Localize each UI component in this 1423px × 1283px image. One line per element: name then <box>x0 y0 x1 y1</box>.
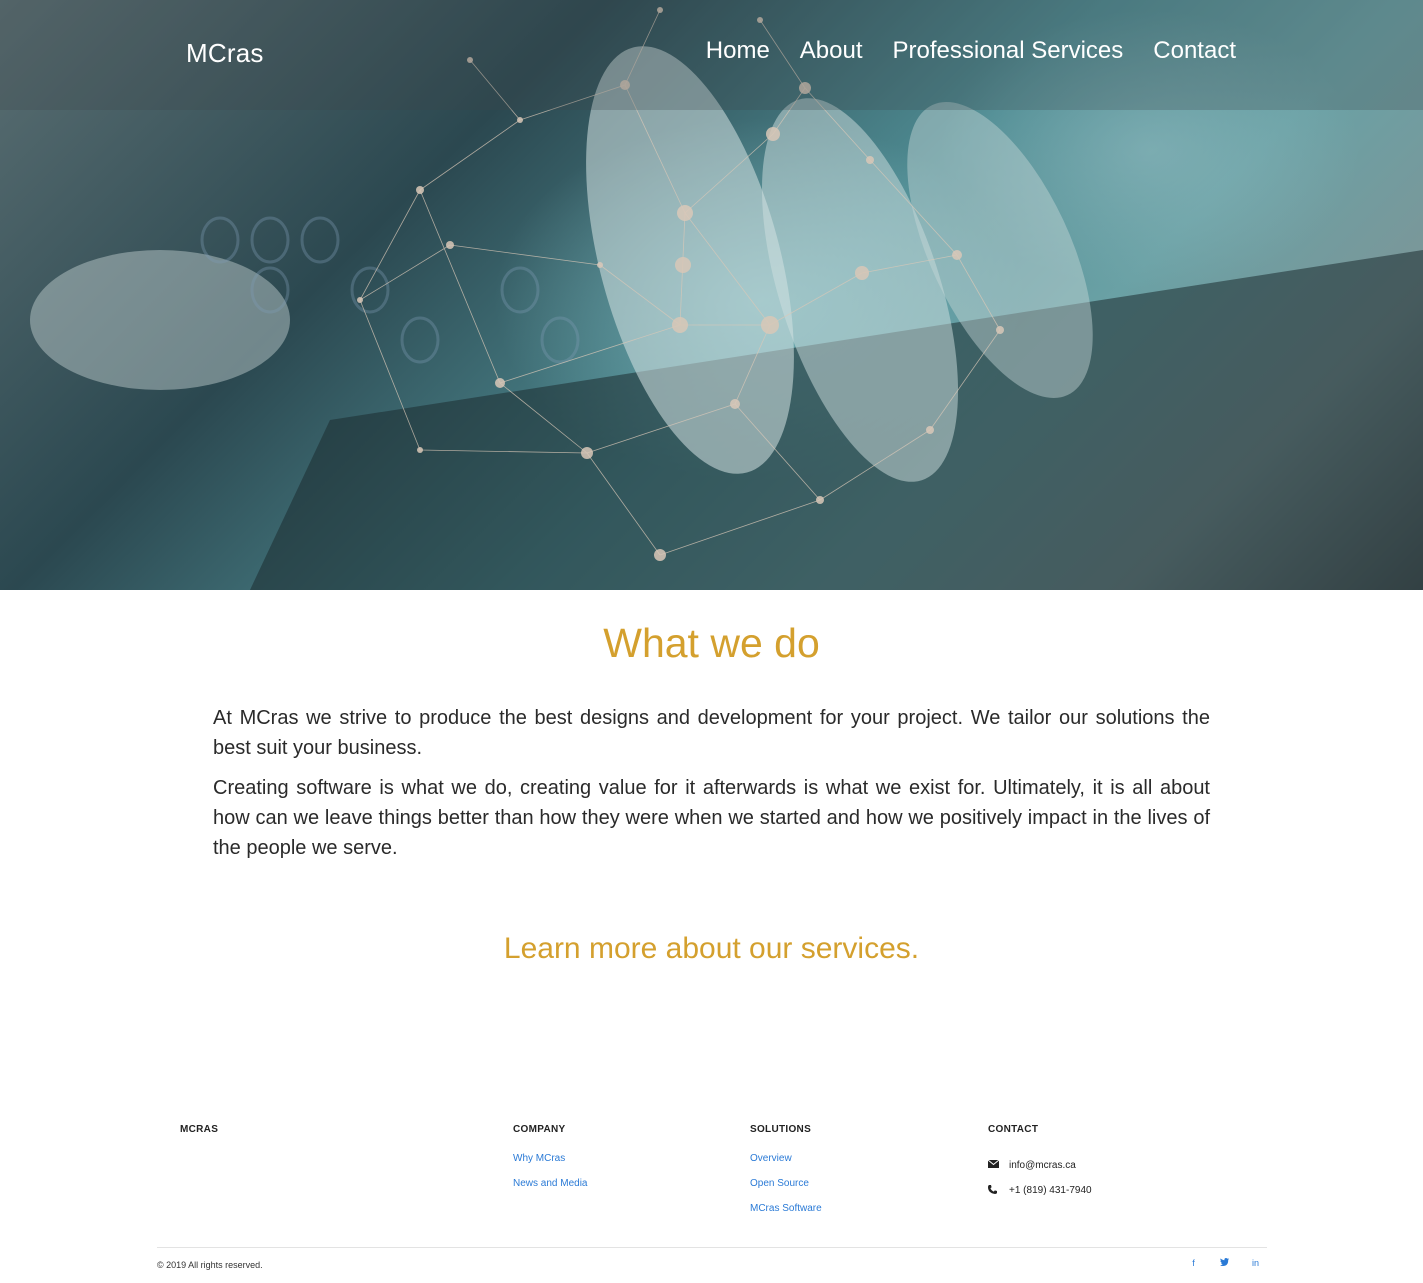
contact-phone-row: +1 (819) 431-7940 <box>988 1178 1092 1203</box>
footer-link-mcras-software[interactable]: MCras Software <box>750 1203 822 1228</box>
envelope-icon <box>987 1159 1009 1171</box>
phone-icon <box>988 1184 1009 1197</box>
contact-email-row: info@mcras.ca <box>987 1153 1092 1178</box>
footer-company-column: COMPANY Why MCras News and Media <box>513 1124 587 1203</box>
footer-solutions-column: SOLUTIONS Overview Open Source MCras Sof… <box>750 1124 822 1228</box>
copyright-text: © 2019 All rights reserved. <box>157 1260 263 1270</box>
learn-more-link[interactable]: Learn more about our services. <box>0 932 1423 966</box>
footer-link-overview[interactable]: Overview <box>750 1153 822 1178</box>
footer-divider <box>157 1247 1267 1248</box>
section-title: What we do <box>603 620 820 666</box>
twitter-icon[interactable] <box>1219 1258 1230 1268</box>
intro-text: At MCras we strive to produce the best d… <box>213 703 1210 873</box>
intro-paragraph: Creating software is what we do, creatin… <box>213 777 1210 859</box>
facebook-icon[interactable]: f <box>1188 1258 1199 1268</box>
main-nav: Home About Professional Services Contact <box>706 37 1236 65</box>
contact-email[interactable]: info@mcras.ca <box>1009 1160 1076 1171</box>
footer-brand-column: MCRAS <box>180 1124 218 1153</box>
nav-about[interactable]: About <box>800 37 863 65</box>
linkedin-icon[interactable]: in <box>1250 1258 1261 1268</box>
footer-solutions-heading: SOLUTIONS <box>750 1124 812 1135</box>
footer-link-open-source[interactable]: Open Source <box>750 1178 822 1203</box>
nav-contact[interactable]: Contact <box>1153 37 1236 65</box>
footer-contact-column: CONTACT info@mcras.ca +1 (819) 431-7940 <box>987 1124 1092 1203</box>
intro-paragraph: At MCras we strive to produce the best d… <box>213 707 1210 759</box>
footer-link-news-media[interactable]: News and Media <box>513 1178 587 1203</box>
footer-brand-heading: MCRAS <box>180 1124 219 1135</box>
footer-link-why-mcras[interactable]: Why MCras <box>513 1153 587 1178</box>
contact-phone[interactable]: +1 (819) 431-7940 <box>1009 1185 1092 1196</box>
footer-contact-heading: CONTACT <box>988 1124 1039 1135</box>
social-links: f in <box>1188 1258 1261 1268</box>
nav-professional-services[interactable]: Professional Services <box>893 37 1124 65</box>
footer-company-heading: COMPANY <box>513 1124 566 1135</box>
brand-logo[interactable]: MCras <box>186 38 264 69</box>
nav-home[interactable]: Home <box>706 37 770 65</box>
hero-banner: MCras Home About Professional Services C… <box>0 0 1423 590</box>
hero-background-image <box>0 0 1423 590</box>
